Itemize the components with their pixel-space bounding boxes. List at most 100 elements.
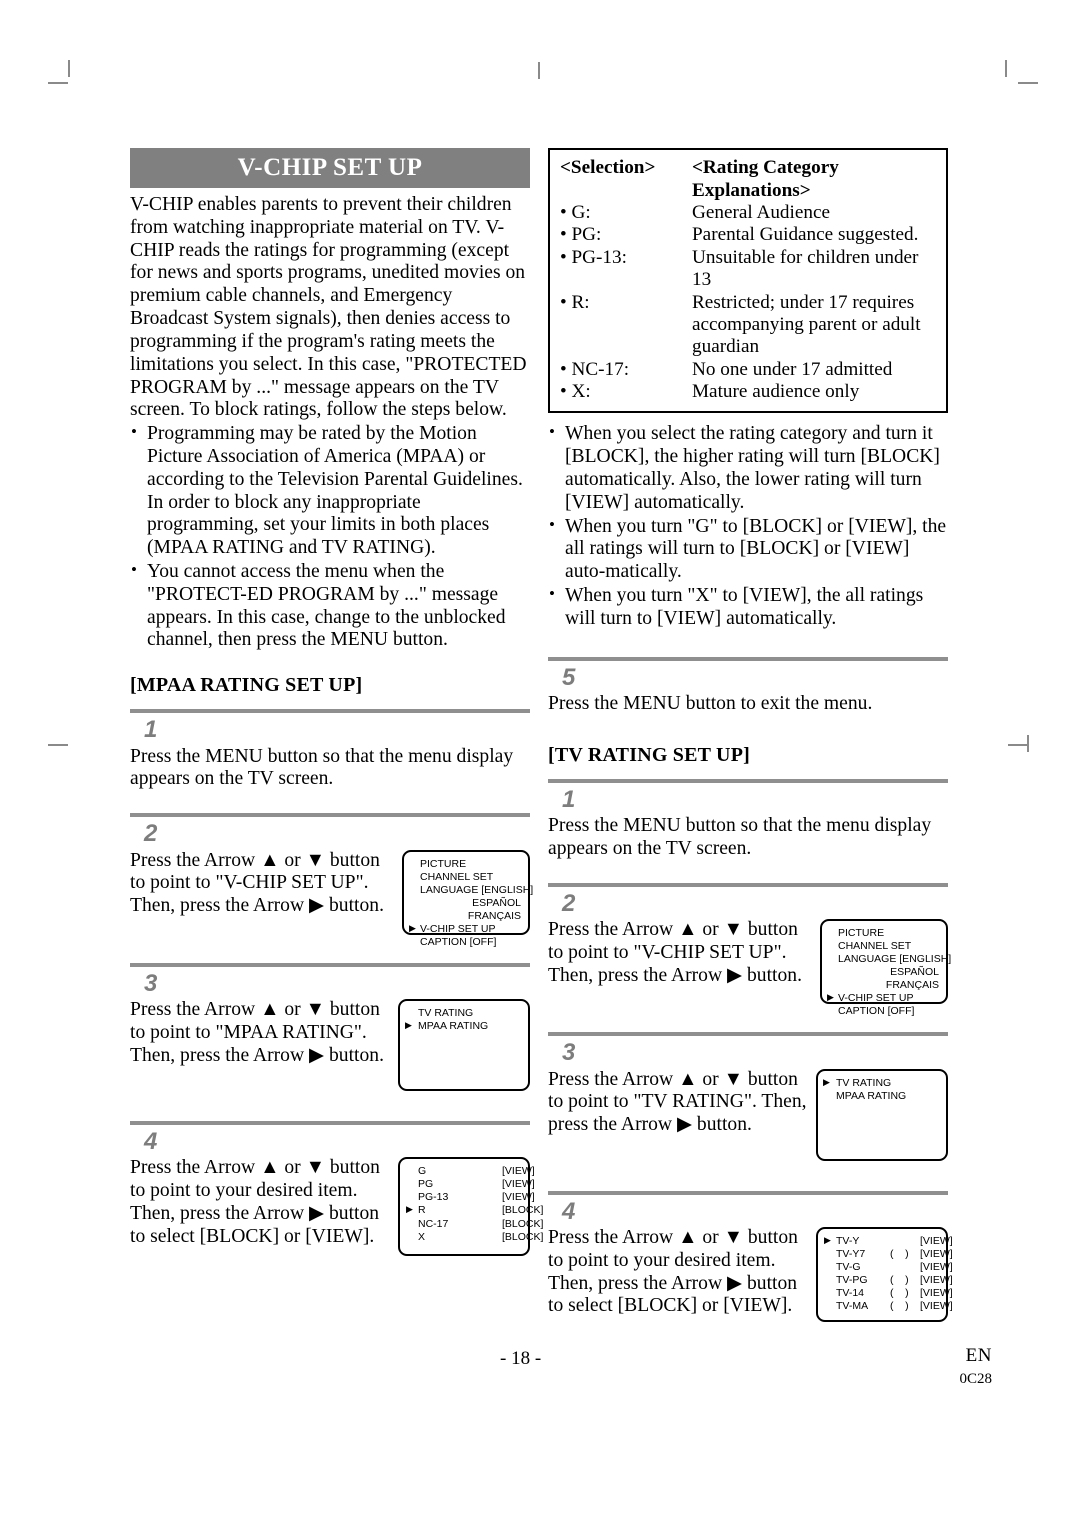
- table-row: • R: Restricted; under 17 requires: [560, 292, 938, 314]
- osd-rating-paren: ( ): [890, 1300, 909, 1313]
- step-block: Press the Arrow ▲ or ▼ button to point t…: [548, 1227, 953, 1322]
- step-divider: [548, 1190, 948, 1195]
- osd-item-picture: PICTURE: [838, 927, 885, 940]
- step-block: Press the Arrow ▲ or ▼ button to point t…: [130, 849, 533, 948]
- step-block: Press the Arrow ▲ or ▼ button to point t…: [548, 1068, 948, 1161]
- osd-rating-row: TV-PG ( ) [VIEW]: [823, 1274, 953, 1287]
- osd-rating-value: [VIEW]: [920, 1235, 953, 1247]
- step-block: Press the Arrow ▲ or ▼ button to point t…: [130, 1157, 543, 1257]
- osd-rating-paren: [472, 1191, 502, 1204]
- step-text: Press the MENU button so that the menu d…: [130, 745, 514, 790]
- osd-item-caption: CAPTION [OFF]: [838, 1005, 915, 1018]
- step-divider: [548, 1032, 948, 1037]
- cell-selection: • PG-13:: [560, 246, 627, 268]
- osd-rating-row: R [BLOCK]: [405, 1204, 543, 1217]
- manual-page: V-CHIP SET UP V-CHIP enables parents to …: [0, 0, 1080, 1528]
- step-divider: [548, 656, 948, 661]
- osd-rating-value: [VIEW]: [920, 1300, 953, 1313]
- cell-selection: • NC-17:: [560, 358, 630, 380]
- column-header-selection: <Selection>: [560, 157, 656, 178]
- step-text: Press the Arrow ▲ or ▼ button to point t…: [548, 919, 802, 986]
- osd-rating-label: TV-MA: [836, 1300, 869, 1313]
- osd-item-francais: FRANÇAIS: [885, 979, 939, 992]
- osd-rating-value: [VIEW]: [920, 1287, 953, 1300]
- crop-mark-top-left-vertical: [68, 60, 70, 77]
- osd-item-caption: CAPTION [OFF]: [420, 935, 497, 948]
- osd-rating-value: [VIEW]: [920, 1274, 953, 1287]
- osd-rating-paren: [472, 1218, 502, 1231]
- osd-item-mpaa-rating: MPAA RATING: [836, 1089, 907, 1102]
- step-number: 2: [562, 889, 576, 917]
- crop-mark-top-center: [538, 62, 540, 79]
- step-divider: [130, 1121, 530, 1126]
- step-divider: [130, 962, 530, 967]
- osd-item-espanol: ESPAÑOL: [472, 896, 521, 909]
- registration-mark-right-vertical: [1027, 735, 1029, 752]
- step-block: Press the MENU button so that the menu d…: [548, 815, 948, 861]
- osd-item-channel-set: CHANNEL SET: [838, 940, 912, 953]
- table-row: • X: Mature audience only: [560, 381, 938, 403]
- osd-rating-row: TV-14 ( ) [VIEW]: [823, 1287, 953, 1300]
- cell-explanation-continued: guardian: [692, 336, 760, 358]
- cell-explanation: No one under 17 admitted: [692, 358, 893, 380]
- osd-rating-label: TV-PG: [836, 1274, 868, 1287]
- mpaa-section-heading: [MPAA RATING SET UP]: [130, 674, 363, 697]
- osd-vchip-submenu-tv: TV RATING MPAA RATING: [816, 1068, 948, 1161]
- step-block: Press the MENU button so that the menu d…: [130, 746, 530, 792]
- osd-rating-value: [BLOCK]: [502, 1204, 544, 1217]
- osd-vchip-submenu-mpaa: TV RATING MPAA RATING: [398, 999, 530, 1092]
- osd-item-language: LANGUAGE [ENGLISH]: [838, 953, 952, 966]
- osd-rating-row: TV-G [VIEW]: [823, 1261, 953, 1274]
- osd-rating-label: TV-G: [836, 1261, 861, 1274]
- step-block: Press the Arrow ▲ or ▼ button to point t…: [130, 999, 530, 1092]
- osd-item-tv-rating: TV RATING: [418, 1007, 474, 1020]
- osd-rating-paren: [890, 1235, 920, 1248]
- list-item: When you select the rating category and …: [548, 422, 948, 514]
- osd-rating-row: TV-Y7 ( ) [VIEW]: [823, 1248, 953, 1261]
- osd-mpaa-rating-menu: G [VIEW] PG [VIEW] PG-13 [VIEW] R [BLOCK] NC-17 […: [398, 1157, 543, 1257]
- osd-rating-paren: ( ): [890, 1248, 909, 1261]
- cell-explanation: General Audience: [692, 202, 830, 224]
- crop-mark-top-right-horizontal: [1018, 82, 1038, 84]
- step-number: 1: [562, 785, 576, 813]
- step-number: 3: [562, 1039, 576, 1067]
- osd-main-menu: PICTURE CHANNEL SET LANGUAGE [ENGLISH] E…: [820, 919, 952, 1017]
- osd-rating-row: PG [VIEW]: [405, 1178, 535, 1191]
- osd-rating-value: [BLOCK]: [502, 1217, 544, 1230]
- left-column: V-CHIP SET UP V-CHIP enables parents to …: [130, 148, 543, 1257]
- osd-rating-row: PG-13 [VIEW]: [405, 1191, 535, 1204]
- cell-explanation: Mature audience only: [692, 380, 860, 402]
- table-row: • NC-17: No one under 17 admitted: [560, 359, 938, 381]
- osd-rating-paren: ( ): [890, 1287, 909, 1300]
- osd-rating-value: [BLOCK]: [502, 1230, 544, 1243]
- osd-rating-paren: ( ): [890, 1274, 909, 1287]
- osd-rating-label: PG-13: [418, 1191, 449, 1204]
- osd-rating-value: [VIEW]: [502, 1165, 535, 1178]
- list-item: When you turn "X" to [VIEW], the all rat…: [548, 584, 948, 631]
- table-row: • PG: Parental Guidance suggested.: [560, 224, 938, 246]
- step-block: Press the Arrow ▲ or ▼ button to point t…: [548, 919, 952, 1017]
- cell-selection: • G:: [560, 202, 591, 224]
- osd-rating-row: TV-MA ( ) [VIEW]: [823, 1300, 953, 1313]
- step-text: Press the Arrow ▲ or ▼ button to point t…: [130, 1157, 380, 1247]
- step-number: 2: [144, 820, 158, 848]
- osd-item-espanol: ESPAÑOL: [890, 966, 939, 979]
- osd-main-menu: PICTURE CHANNEL SET LANGUAGE [ENGLISH] E…: [402, 849, 533, 948]
- step-text: Press the Arrow ▲ or ▼ button to point t…: [130, 999, 384, 1066]
- step-number: 4: [562, 1197, 576, 1225]
- step-text: Press the Arrow ▲ or ▼ button to point t…: [548, 1068, 807, 1136]
- osd-rating-label: TV-Y: [836, 1235, 860, 1247]
- cell-selection: • X:: [560, 380, 591, 402]
- osd-rating-label: X: [418, 1230, 426, 1243]
- step-divider: [548, 882, 948, 887]
- crop-mark-top-right-vertical: [1005, 60, 1007, 77]
- step-number: 4: [144, 1128, 158, 1156]
- cell-explanation: Parental Guidance suggested.: [692, 224, 919, 246]
- osd-rating-paren: [890, 1261, 920, 1274]
- tv-section-heading: [TV RATING SET UP]: [548, 743, 750, 766]
- osd-rating-row: TV-Y [VIEW]: [823, 1235, 953, 1248]
- page-number: - 18 -: [500, 1348, 542, 1369]
- osd-tv-rating-menu: TV-Y [VIEW] TV-Y7 ( ) [VIEW] TV-G [VIEW] TV-PG (…: [816, 1227, 953, 1322]
- step-text: Press the Arrow ▲ or ▼ button to point t…: [548, 1227, 798, 1317]
- osd-item-picture: PICTURE: [420, 857, 467, 870]
